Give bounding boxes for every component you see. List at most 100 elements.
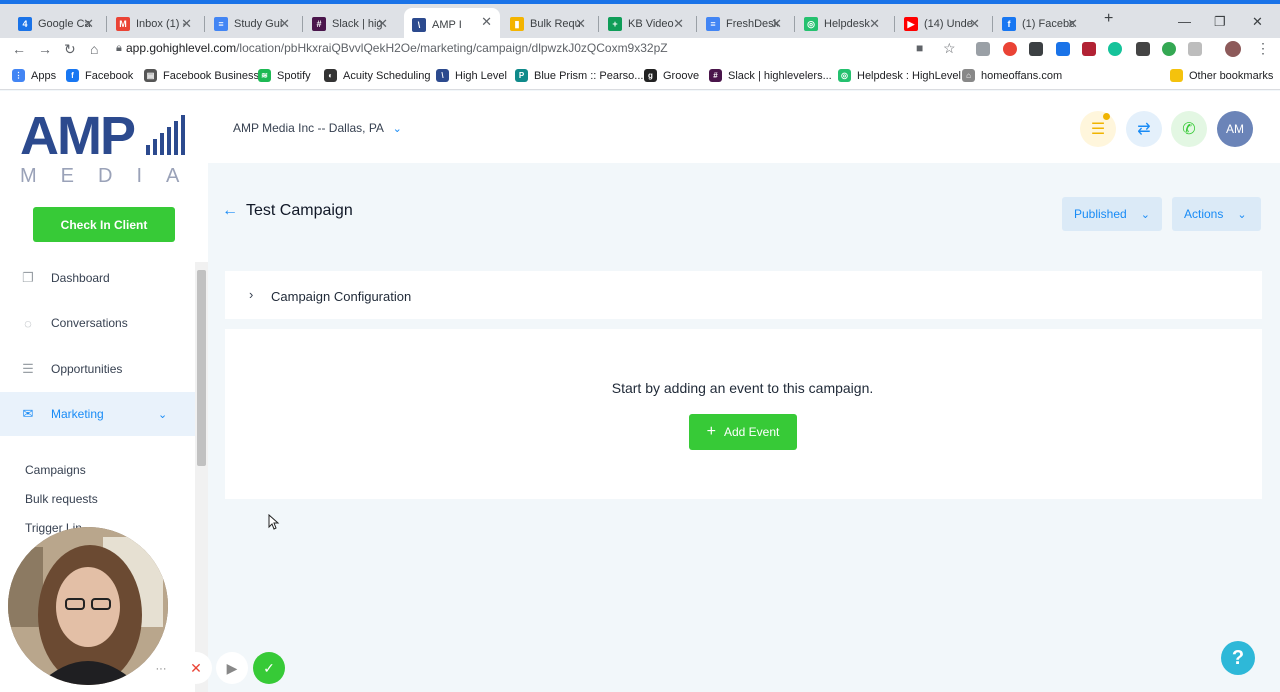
bookmark-item[interactable]: f Facebook [66,69,133,82]
browser-tab[interactable]: ≡ Study Gui ✕ [206,10,298,38]
browser-tab[interactable]: f (1) Facebo ✕ [994,10,1086,38]
browser-tab[interactable]: ▮ Bulk Requ ✕ [502,10,594,38]
minimize-button[interactable]: — [1178,14,1191,29]
back-arrow-icon[interactable]: ← [222,202,238,220]
tab-favicon-icon: ▮ [510,17,524,31]
camera-icon[interactable]: ■ [916,41,923,55]
user-avatar[interactable]: AM [1217,111,1253,147]
bookmark-favicon-icon: \ [436,69,449,82]
tab-separator [696,16,697,32]
bookmark-item[interactable]: ⋮ Apps [12,69,56,82]
sidebar-item-dashboard[interactable]: ❐ Dashboard [0,256,195,300]
tab-close-icon[interactable]: ✕ [83,16,94,32]
check-in-client-button[interactable]: Check In Client [33,207,175,242]
extension-record-icon[interactable] [1003,42,1017,56]
home-icon[interactable]: ⌂ [90,41,98,57]
switch-account-button[interactable]: ⇄ [1126,111,1162,147]
recorder-finish-button[interactable]: ✓ [253,652,285,684]
address-bar[interactable]: app.gohighlevel.com/location/pbHkxraiQBv… [126,41,668,55]
bookmark-label: Groove [663,69,700,82]
tab-close-icon[interactable]: ✕ [869,16,880,32]
campaign-configuration-label[interactable]: Campaign Configuration [271,289,411,304]
profile-avatar-icon[interactable] [1225,41,1241,57]
browser-tab[interactable]: ◎ Helpdesk ✕ [796,10,888,38]
more-dots-icon: ··· [155,663,167,675]
notifications-button[interactable]: ☰ [1080,111,1116,147]
tab-close-icon[interactable]: ✕ [575,16,586,32]
status-dropdown[interactable]: Published ⌄ [1062,197,1162,231]
tab-favicon-icon: + [608,17,622,31]
bookmark-favicon-icon: ≋ [258,69,271,82]
bookmark-item[interactable]: \ High Level [436,69,507,82]
list-icon: ☰ [1090,121,1106,138]
bookmark-item[interactable]: # Slack | highlevelers... [709,69,832,82]
bookmark-star-icon[interactable]: ☆ [943,40,956,57]
extension-code-icon[interactable] [976,42,990,56]
chevron-right-icon[interactable]: › [249,287,253,302]
logo-bars-icon [146,115,185,155]
extension-refresh-icon[interactable] [1162,42,1176,56]
browser-tab[interactable]: ≡ FreshDesk ✕ [698,10,790,38]
bookmark-item[interactable]: ◐ Acuity Scheduling [324,69,430,82]
tab-close-icon[interactable]: ✕ [181,16,192,32]
sidebar-subitem-bulk-requests[interactable]: Bulk requests [25,492,98,506]
add-event-button[interactable]: + Add Event [689,414,797,450]
tab-close-icon[interactable]: ✕ [673,16,684,32]
location-switcher[interactable]: AMP Media Inc -- Dallas, PA ⌄ [233,121,402,135]
browser-menu-icon[interactable]: ⋮ [1256,40,1270,57]
browser-tab[interactable]: 4 Google Ca ✕ [10,10,102,38]
sidebar-item-marketing[interactable]: ✉ Marketing ⌄ [0,392,195,436]
bookmark-item[interactable]: ≋ Spotify [258,69,311,82]
extension-grammarly-icon[interactable] [1108,42,1122,56]
phone-button[interactable]: ✆ [1171,111,1207,147]
bookmark-item[interactable]: ◎ Helpdesk : HighLevel [838,69,961,82]
tab-close-icon[interactable]: ✕ [969,16,980,32]
browser-tab[interactable]: ▶ (14) Unde ✕ [896,10,988,38]
new-tab-button[interactable]: + [1104,10,1113,28]
other-bookmarks[interactable]: Other bookmarks [1170,69,1273,82]
bookmark-item[interactable]: ⌂ homeoffans.com [962,69,1062,82]
chevron-down-icon: ⌄ [158,408,168,421]
tab-favicon-icon: \ [412,18,426,32]
recorder-more-button[interactable]: ··· [150,658,172,680]
sidebar-item-label: Opportunities [51,362,123,376]
tab-separator [794,16,795,32]
sidebar-scrollbar-thumb[interactable] [197,270,206,466]
tab-close-icon[interactable]: ✕ [481,14,492,30]
browser-tab[interactable]: + KB Video ✕ [600,10,692,38]
sidebar-item-conversations[interactable]: ◌ Conversations [0,301,195,345]
tab-close-icon[interactable]: ✕ [377,16,388,32]
maximize-button[interactable]: ❐ [1214,14,1226,30]
recorder-cancel-button[interactable]: ✕ [180,652,212,684]
extension-pen-icon[interactable] [1136,42,1150,56]
bookmark-item[interactable]: g Groove [644,69,699,82]
tab-favicon-icon: ≡ [706,17,720,31]
extension-dark-icon[interactable] [1029,42,1043,56]
close-window-button[interactable]: ✕ [1252,14,1263,30]
tab-close-icon[interactable]: ✕ [771,16,782,32]
actions-dropdown[interactable]: Actions ⌄ [1172,197,1261,231]
extension-play-icon[interactable] [1056,42,1070,56]
bookmark-item[interactable]: ▤ Facebook Business [144,69,259,82]
bookmark-favicon-icon: ◐ [324,69,337,82]
help-button[interactable]: ? [1221,641,1255,675]
extension-grey-icon[interactable] [1188,42,1202,56]
extension-flag-icon[interactable] [1082,42,1096,56]
bookmark-favicon-icon: ▤ [144,69,157,82]
browser-tab[interactable]: # Slack | hig ✕ [304,10,396,38]
sidebar-subitem-campaigns[interactable]: Campaigns [25,463,86,477]
back-icon[interactable]: ← [12,41,26,57]
tab-close-icon[interactable]: ✕ [279,16,290,32]
browser-tab[interactable]: \ AMP I ✕ [404,8,500,42]
url-host: app.gohighlevel.com [126,41,237,55]
tab-favicon-icon: M [116,17,130,31]
reload-icon[interactable]: ↻ [64,41,76,58]
bookmark-item[interactable]: P Blue Prism :: Pearso... [515,69,643,82]
tab-close-icon[interactable]: ✕ [1067,16,1078,32]
check-icon: ✓ [263,659,275,676]
tab-favicon-icon: ≡ [214,17,228,31]
browser-tab[interactable]: M Inbox (1) - ✕ [108,10,200,38]
recorder-pause-button[interactable]: ▶ [216,652,248,684]
bookmark-label: High Level [455,69,507,82]
forward-icon[interactable]: → [38,41,52,57]
